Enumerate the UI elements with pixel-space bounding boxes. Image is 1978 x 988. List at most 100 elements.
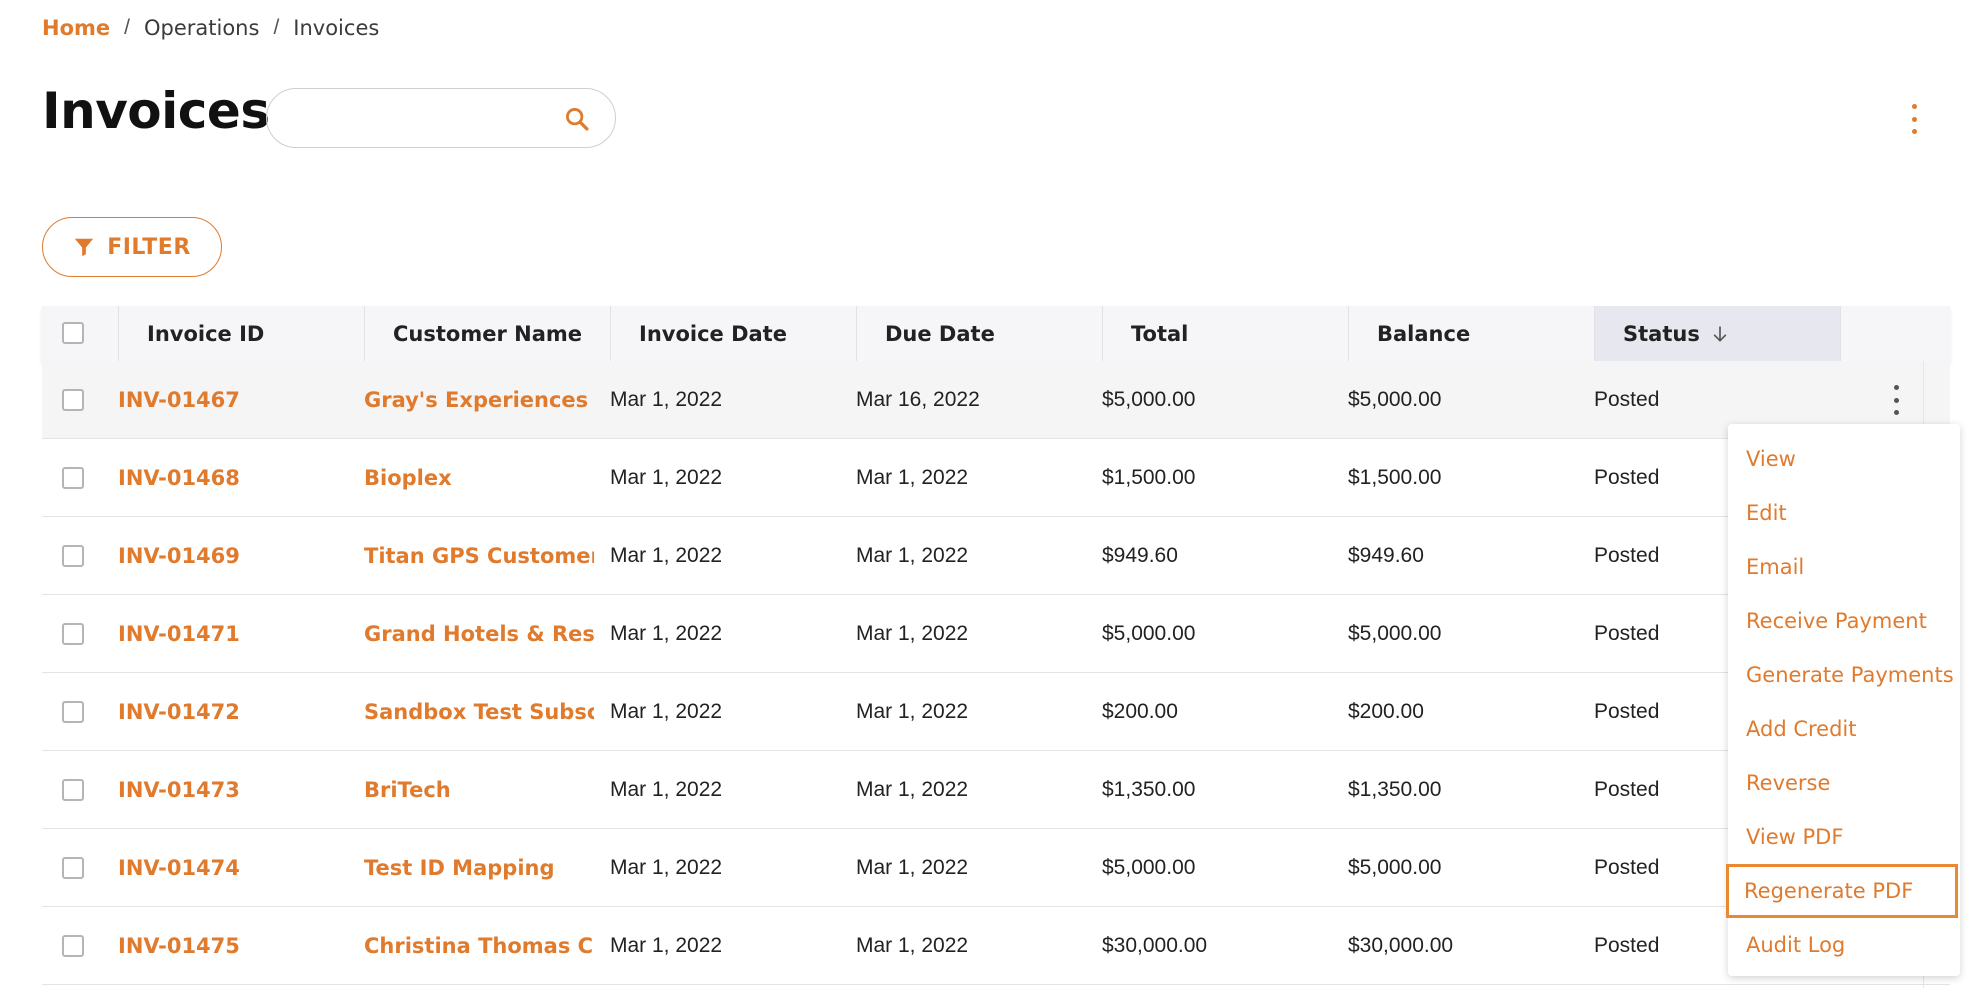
menu-item-edit[interactable]: Edit (1728, 486, 1960, 540)
invoice-id-link[interactable]: INV-01471 (118, 595, 338, 673)
balance-cell: $30,000.00 (1348, 934, 1454, 957)
breadcrumb-home-link[interactable]: Home (42, 16, 110, 40)
column-label: Status (1623, 321, 1700, 346)
menu-item-audit-log[interactable]: Audit Log (1728, 918, 1960, 972)
row-checkbox[interactable] (62, 935, 84, 957)
select-all-checkbox[interactable] (62, 322, 84, 344)
invoice-id-link[interactable]: INV-01469 (118, 517, 338, 595)
table-row[interactable]: INV-01474 Test ID Mapping Mar 1, 2022 Mar 1… (42, 829, 1950, 907)
breadcrumb: Home / Operations / Invoices (42, 16, 379, 40)
table-header: Invoice ID Customer Name Invoice Date Du… (42, 306, 1950, 362)
page-title: Invoices (42, 82, 270, 140)
total-cell: $1,350.00 (1102, 778, 1196, 801)
invoice-date-cell: Mar 1, 2022 (610, 544, 723, 567)
total-cell: $5,000.00 (1102, 622, 1196, 645)
invoice-date-cell: Mar 1, 2022 (610, 934, 723, 957)
balance-cell: $1,350.00 (1348, 778, 1442, 801)
column-header-actions (1840, 306, 1950, 361)
due-date-cell: Mar 1, 2022 (856, 544, 969, 567)
invoice-date-cell: Mar 1, 2022 (610, 622, 723, 645)
total-cell: $1,500.00 (1102, 466, 1196, 489)
menu-item-view[interactable]: View (1728, 432, 1960, 486)
invoice-id-link[interactable]: INV-01472 (118, 673, 338, 751)
row-checkbox[interactable] (62, 467, 84, 489)
invoice-date-cell: Mar 1, 2022 (610, 856, 723, 879)
row-checkbox[interactable] (62, 779, 84, 801)
filter-button-label: FILTER (107, 234, 191, 260)
invoice-date-cell: Mar 1, 2022 (610, 466, 723, 489)
table-row[interactable]: INV-01472 Sandbox Test Subscr Mar 1, 2022 M… (42, 673, 1950, 751)
menu-item-reverse[interactable]: Reverse (1728, 756, 1960, 810)
due-date-cell: Mar 1, 2022 (856, 700, 969, 723)
column-label: Due Date (885, 321, 995, 346)
column-label: Invoice ID (147, 321, 265, 346)
row-checkbox[interactable] (62, 701, 84, 723)
total-cell: $949.60 (1102, 544, 1178, 567)
column-header-due-date[interactable]: Due Date (856, 306, 1102, 361)
breadcrumb-current-page: Invoices (293, 16, 380, 40)
column-header-invoice-id[interactable]: Invoice ID (118, 306, 364, 361)
filter-button[interactable]: FILTER (42, 217, 222, 277)
row-checkbox[interactable] (62, 623, 84, 645)
invoice-id-link[interactable]: INV-01474 (118, 829, 338, 907)
invoice-date-cell: Mar 1, 2022 (610, 388, 723, 411)
row-checkbox[interactable] (62, 545, 84, 567)
filter-icon (75, 238, 94, 257)
search-icon[interactable] (563, 105, 591, 133)
column-label: Balance (1377, 321, 1471, 346)
customer-name-link[interactable]: Test ID Mapping (364, 829, 594, 907)
customer-name-link[interactable]: Gray's Experiences (364, 361, 594, 439)
breadcrumb-separator: / (273, 16, 280, 39)
page-more-options-icon[interactable] (1904, 104, 1924, 134)
total-cell: $30,000.00 (1102, 934, 1208, 957)
balance-cell: $5,000.00 (1348, 856, 1442, 879)
customer-name-link[interactable]: Titan GPS Customer (364, 517, 594, 595)
total-cell: $5,000.00 (1102, 388, 1196, 411)
column-header-customer-name[interactable]: Customer Name (364, 306, 610, 361)
total-cell: $200.00 (1102, 700, 1178, 723)
search-input[interactable] (289, 103, 563, 135)
table-row[interactable]: INV-01469 Titan GPS Customer Mar 1, 2022 Ma… (42, 517, 1950, 595)
balance-cell: $1,500.00 (1348, 466, 1442, 489)
table-row[interactable]: INV-01473 BriTech Mar 1, 2022 Mar 1, 2022 $1… (42, 751, 1950, 829)
row-context-menu: View Edit Email Receive Payment Generate Pay… (1726, 424, 1960, 976)
row-checkbox[interactable] (62, 389, 84, 411)
table-row[interactable]: INV-01471 Grand Hotels & Reso Mar 1, 2022 M… (42, 595, 1950, 673)
menu-item-add-credit[interactable]: Add Credit (1728, 702, 1960, 756)
menu-item-view-pdf[interactable]: View PDF (1728, 810, 1960, 864)
menu-item-regenerate-pdf[interactable]: Regenerate PDF (1726, 864, 1958, 918)
table-row[interactable]: INV-01467 Gray's Experiences Mar 1, 2022 Ma… (42, 361, 1950, 439)
invoice-id-link[interactable]: INV-01467 (118, 361, 338, 439)
column-header-total[interactable]: Total (1102, 306, 1348, 361)
search-box[interactable] (266, 88, 616, 148)
column-label: Invoice Date (639, 321, 787, 346)
customer-name-link[interactable]: BriTech (364, 751, 594, 829)
column-header-status[interactable]: Status (1594, 306, 1840, 361)
invoice-date-cell: Mar 1, 2022 (610, 700, 723, 723)
due-date-cell: Mar 1, 2022 (856, 856, 969, 879)
column-header-invoice-date[interactable]: Invoice Date (610, 306, 856, 361)
balance-cell: $5,000.00 (1348, 388, 1442, 411)
customer-name-link[interactable]: Sandbox Test Subscr (364, 673, 594, 751)
table-row[interactable]: INV-01475 Christina Thomas Cl Mar 1, 2022 M… (42, 907, 1950, 985)
menu-item-receive-payment[interactable]: Receive Payment (1728, 594, 1960, 648)
customer-name-link[interactable]: Bioplex (364, 439, 594, 517)
due-date-cell: Mar 1, 2022 (856, 778, 969, 801)
balance-cell: $5,000.00 (1348, 622, 1442, 645)
column-header-balance[interactable]: Balance (1348, 306, 1594, 361)
row-more-options-icon[interactable] (1888, 385, 1904, 415)
due-date-cell: Mar 16, 2022 (856, 388, 980, 411)
breadcrumb-operations-link[interactable]: Operations (144, 16, 259, 40)
row-checkbox[interactable] (62, 857, 84, 879)
menu-item-email[interactable]: Email (1728, 540, 1960, 594)
table-row[interactable]: INV-01468 Bioplex Mar 1, 2022 Mar 1, 2022 $1… (42, 439, 1950, 517)
invoice-id-link[interactable]: INV-01475 (118, 907, 338, 985)
total-cell: $5,000.00 (1102, 856, 1196, 879)
due-date-cell: Mar 1, 2022 (856, 622, 969, 645)
invoice-id-link[interactable]: INV-01473 (118, 751, 338, 829)
arrow-down-icon[interactable] (1710, 324, 1730, 344)
menu-item-generate-payments[interactable]: Generate Payments (1728, 648, 1960, 702)
customer-name-link[interactable]: Christina Thomas Cl (364, 907, 594, 985)
customer-name-link[interactable]: Grand Hotels & Reso (364, 595, 594, 673)
invoice-id-link[interactable]: INV-01468 (118, 439, 338, 517)
